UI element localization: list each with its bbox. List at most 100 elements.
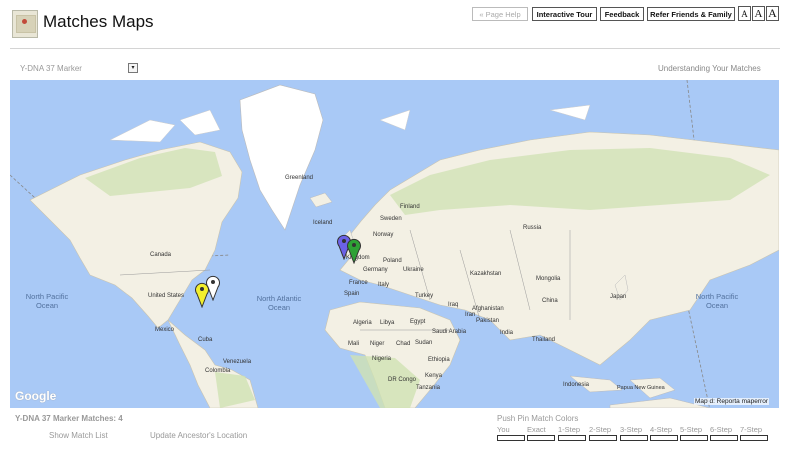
map-label-norway: Norway [373, 232, 394, 238]
map-label-iran: Iran [465, 312, 476, 318]
map-label-france: France [349, 280, 368, 286]
push-pin-colors-title: Push Pin Match Colors [497, 414, 579, 423]
pin-key-1-step: 1-Step [558, 426, 586, 441]
map-label-finland: Finland [400, 204, 420, 210]
pin-key-label: 3-Step [620, 425, 643, 434]
white-pin-icon[interactable] [205, 273, 221, 301]
map-label-russia: Russia [523, 225, 542, 231]
map-label-algeria: Algeria [353, 320, 372, 326]
font-size-large-button[interactable]: A [766, 6, 779, 21]
pin-key-label: 2-Step [589, 425, 612, 434]
header-divider [10, 48, 780, 49]
map-label-thailand: Thailand [532, 337, 556, 343]
map-label-germany: Germany [363, 267, 388, 273]
map-label-dr-congo: DR Congo [388, 377, 417, 383]
understanding-matches-link[interactable]: Understanding Your Matches [658, 64, 761, 73]
map-label-greenland: Greenland [285, 175, 314, 181]
pin-key-label: 1-Step [558, 425, 581, 434]
pin-key-swatch [589, 435, 617, 441]
pin-key-swatch [650, 435, 678, 441]
map-label-canada: Canada [150, 252, 172, 258]
google-logo: Google [15, 389, 57, 403]
matches-count: Y-DNA 37 Marker Matches: 4 [15, 414, 123, 423]
ocean-label-north-atlantic: North Atlantic Ocean [256, 294, 302, 312]
matches-map-icon [12, 10, 38, 38]
map-label-chad: Chad [396, 341, 411, 347]
chevron-down-icon[interactable]: ▾ [128, 63, 138, 73]
map-label-ukraine: Ukraine [403, 267, 424, 273]
map-label-united-states: United States [148, 293, 185, 299]
update-ancestor-location-link[interactable]: Update Ancestor's Location [150, 431, 247, 440]
map-label-ethiopia: Ethiopia [428, 357, 450, 363]
map-label-venezuela: Venezuela [223, 359, 252, 365]
pin-key-6-step: 6-Step [710, 426, 738, 441]
pin-key-2-step: 2-Step [589, 426, 617, 441]
pin-key-swatch [558, 435, 586, 441]
map-label-kenya: Kenya [425, 373, 443, 379]
map-label-mongolia: Mongolia [536, 276, 561, 282]
map-label-mexico: Mexico [155, 327, 175, 333]
ocean-label-north-pacific-left: North Pacific Ocean [25, 292, 69, 310]
page-help-button[interactable]: « Page Help [472, 7, 528, 21]
map-label-papua-new-guinea: Papua New Guinea [617, 385, 665, 391]
page-title: Matches Maps [43, 12, 154, 31]
font-size-medium-button[interactable]: A [752, 6, 765, 21]
map-label-sudan: Sudan [415, 340, 433, 346]
pin-key-swatch [710, 435, 738, 441]
pin-key-swatch [620, 435, 648, 441]
green-pin-icon[interactable] [346, 236, 362, 264]
map-label-cuba: Cuba [198, 337, 213, 343]
map-attribution[interactable]: Map d: Reporta maperror [694, 398, 769, 405]
pin-key-swatch [497, 435, 525, 441]
pin-key-swatch [527, 435, 555, 441]
map-label-niger: Niger [370, 341, 385, 347]
pin-key-label: Exact [527, 425, 546, 434]
map-label-iceland: Iceland [313, 220, 333, 226]
map-label-saudi-arabia: Saudi Arabia [432, 329, 467, 335]
map-label-spain: Spain [344, 291, 360, 297]
pin-key-swatch [680, 435, 708, 441]
map-label-turkey: Turkey [415, 293, 434, 299]
map-label-afghanistan: Afghanistan [472, 306, 504, 312]
map-label-egypt: Egypt [410, 319, 426, 325]
pin-key-exact: Exact [527, 426, 555, 441]
map-label-libya: Libya [380, 320, 395, 326]
map-label-china: China [542, 298, 558, 304]
pin-key-3-step: 3-Step [620, 426, 648, 441]
map-label-japan: Japan [610, 294, 627, 300]
pin-key-label: 7-Step [740, 425, 763, 434]
pin-key-5-step: 5-Step [680, 426, 708, 441]
interactive-tour-button[interactable]: Interactive Tour [532, 7, 597, 21]
pin-key-label: You [497, 425, 510, 434]
pin-key-4-step: 4-Step [650, 426, 678, 441]
map-label-iraq: Iraq [448, 302, 459, 308]
map-label-indonesia: Indonesia [563, 382, 590, 388]
map-label-colombia: Colombia [205, 368, 231, 374]
map-label-tanzania: Tanzania [416, 385, 441, 391]
map-label-mali: Mali [348, 341, 360, 347]
pin-key-label: 5-Step [680, 425, 703, 434]
pin-key-label: 4-Step [650, 425, 673, 434]
pin-key-label: 6-Step [710, 425, 733, 434]
pin-dot [22, 19, 27, 24]
map-label-pakistan: Pakistan [476, 318, 500, 324]
pin-key-you: You [497, 426, 525, 441]
map-label-nigeria: Nigeria [372, 356, 392, 362]
font-size-small-button[interactable]: A [738, 6, 751, 21]
refer-friends-button[interactable]: Refer Friends & Family [647, 7, 735, 21]
map-canvas [10, 80, 779, 408]
pin-key-7-step: 7-Step [740, 426, 768, 441]
map-label-poland: Poland [383, 258, 402, 264]
ocean-label-north-pacific-right: North Pacific Ocean [695, 292, 739, 310]
marker-select-value[interactable]: Y-DNA 37 Marker [20, 64, 82, 73]
map-label-kazakhstan: Kazakhstan [470, 271, 502, 277]
map-label-italy: Italy [378, 282, 390, 288]
show-match-list-link[interactable]: Show Match List [49, 431, 108, 440]
map-label-sweden: Sweden [380, 216, 402, 222]
feedback-button[interactable]: Feedback [600, 7, 644, 21]
map-label-india: India [500, 330, 514, 336]
world-map[interactable]: Greenland Iceland Finland Sweden Norway … [10, 80, 779, 408]
map-thumbnail [16, 15, 36, 33]
pin-key-swatch [740, 435, 768, 441]
greenland-shape [239, 84, 324, 231]
